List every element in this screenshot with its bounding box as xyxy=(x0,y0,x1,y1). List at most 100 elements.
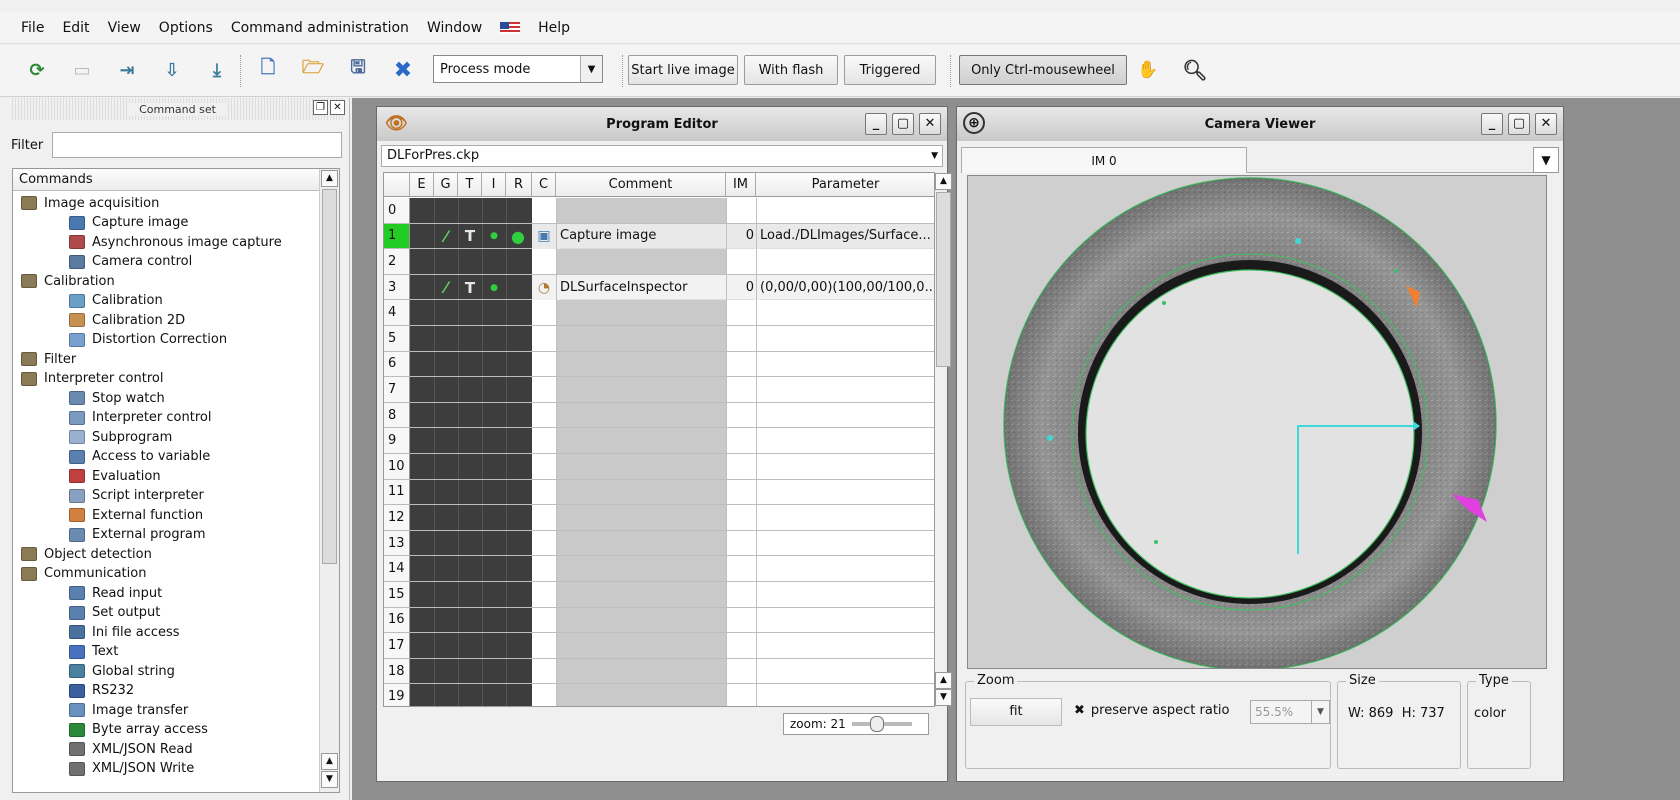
maximize-icon[interactable]: ▢ xyxy=(892,113,914,135)
i-flag-icon[interactable]: ● xyxy=(483,224,505,250)
row-number[interactable]: 16 xyxy=(384,607,410,634)
minimize-icon[interactable]: _ xyxy=(865,113,887,135)
pan-hand-icon[interactable]: ✋ xyxy=(1133,55,1163,85)
tree-item[interactable]: RS232 xyxy=(69,681,134,701)
menu-options[interactable]: Options xyxy=(150,20,222,36)
scroll-up-icon[interactable]: ▲ xyxy=(321,170,338,187)
delete-icon[interactable]: ✖ xyxy=(388,55,418,85)
tree-item[interactable]: Distortion Correction xyxy=(69,330,227,350)
column-header[interactable]: G xyxy=(434,173,458,197)
program-file-select[interactable]: DLForPres.ckp ▼ xyxy=(381,145,943,167)
g-flag-icon[interactable]: ⁄ xyxy=(435,224,457,250)
tree-item[interactable]: Asynchronous image capture xyxy=(69,232,282,252)
parameter-cell[interactable]: Load./DLImages/Surface... xyxy=(760,224,934,250)
filter-input[interactable] xyxy=(52,132,342,158)
camera-icon[interactable]: ▣ xyxy=(533,224,555,250)
t-flag-icon[interactable]: T xyxy=(459,275,481,301)
row-number[interactable]: 9 xyxy=(384,428,410,454)
triggered-button[interactable]: Triggered xyxy=(844,55,936,85)
scroll-up-icon[interactable]: ▲ xyxy=(935,672,952,689)
close-icon[interactable]: ✕ xyxy=(1535,113,1557,135)
row-number[interactable]: 0 xyxy=(384,198,410,224)
program-editor-titlebar[interactable]: 👁 Program Editor _ ▢ ✕ xyxy=(377,107,947,141)
start-live-image-button[interactable]: Start live image xyxy=(628,55,738,85)
tree-item[interactable]: Ini file access xyxy=(69,622,180,642)
row-number[interactable]: 17 xyxy=(384,633,410,659)
comment-cell[interactable]: Capture image xyxy=(560,224,726,250)
menu-file[interactable]: File xyxy=(12,20,53,36)
tree-item[interactable]: Global string xyxy=(69,661,175,681)
row-number[interactable]: 1 xyxy=(384,223,410,250)
tree-category[interactable]: Calibration xyxy=(21,271,115,291)
inspector-icon[interactable]: ◔ xyxy=(533,275,555,301)
zoom-percent-select[interactable]: 55.5% ▼ xyxy=(1250,700,1330,724)
row-number[interactable]: 13 xyxy=(384,530,410,557)
tree-item[interactable]: Set output xyxy=(69,603,160,623)
tree-category[interactable]: Filter xyxy=(21,349,76,369)
column-header[interactable]: I xyxy=(482,173,506,197)
tree-item[interactable]: Subprogram xyxy=(69,427,172,447)
tree-item[interactable]: External function xyxy=(69,505,203,525)
column-header[interactable]: IM xyxy=(726,173,756,197)
preserve-aspect-checkbox[interactable]: ✖ preserve aspect ratio xyxy=(1074,703,1230,718)
grid-scrollbar[interactable]: ▲ ▲ ▼ xyxy=(935,172,955,707)
tree-item[interactable]: Image transfer xyxy=(69,700,188,720)
im-cell[interactable]: 0 xyxy=(726,275,754,301)
tree-item[interactable]: Calibration xyxy=(69,291,163,311)
minimize-icon[interactable]: _ xyxy=(1481,113,1503,135)
parameter-cell[interactable]: (0,00/0,00)(100,00/100,0... xyxy=(760,275,934,301)
row-number[interactable]: 10 xyxy=(384,454,410,480)
column-header[interactable]: C xyxy=(532,173,556,197)
tree-item[interactable]: Interpreter control xyxy=(69,408,211,428)
float-panel-icon[interactable]: ❐ xyxy=(313,100,328,115)
mode-select[interactable]: Process mode ▼ xyxy=(433,55,603,83)
zoom-slider-handle[interactable] xyxy=(869,716,884,732)
tree-category[interactable]: Image acquisition xyxy=(21,193,159,213)
row-number[interactable]: 2 xyxy=(384,249,410,275)
row-number[interactable]: 18 xyxy=(384,658,410,685)
tree-item[interactable]: Byte array access xyxy=(69,720,208,740)
zoom-slider[interactable]: zoom: 21 xyxy=(783,713,929,735)
tab-menu-chevron-icon[interactable]: ▼ xyxy=(1533,147,1559,173)
row-number[interactable]: 19 xyxy=(384,684,410,706)
refresh-icon[interactable]: ⟳ xyxy=(22,55,52,85)
only-ctrl-mousewheel-button[interactable]: Only Ctrl-mousewheel xyxy=(959,55,1127,85)
maximize-icon[interactable]: ▢ xyxy=(1508,113,1530,135)
im-cell[interactable]: 0 xyxy=(726,224,754,250)
camera-viewer-titlebar[interactable]: ⊕ Camera Viewer _ ▢ ✕ xyxy=(957,107,1563,141)
fit-button[interactable]: fit xyxy=(970,698,1062,726)
row-number[interactable]: 8 xyxy=(384,402,410,429)
row-number[interactable]: 15 xyxy=(384,582,410,608)
save-icon[interactable]: 🖫 xyxy=(343,55,373,85)
column-header[interactable]: R xyxy=(506,173,532,197)
tree-item[interactable]: Read input xyxy=(69,583,162,603)
comment-cell[interactable]: DLSurfaceInspector xyxy=(560,275,726,301)
row-number[interactable]: 3 xyxy=(384,274,410,301)
move-bottom-icon[interactable]: ⤓ xyxy=(202,55,232,85)
camera-image[interactable] xyxy=(967,175,1547,669)
tree-item[interactable]: XML/JSON Read xyxy=(69,739,193,759)
menu-edit[interactable]: Edit xyxy=(53,20,98,36)
tree-item[interactable]: Capture image xyxy=(69,213,188,233)
tree-item[interactable]: Script interpreter xyxy=(69,486,204,506)
tree-item[interactable]: External program xyxy=(69,525,206,545)
menu-window[interactable]: Window xyxy=(418,20,491,36)
row-number[interactable]: 12 xyxy=(384,505,410,531)
tree-item[interactable]: Calibration 2D xyxy=(69,310,185,330)
new-file-icon[interactable]: 🗋 xyxy=(253,55,283,85)
menu-command-administration[interactable]: Command administration xyxy=(222,20,418,36)
tree-item[interactable]: XML/JSON Write xyxy=(69,759,194,779)
column-header[interactable]: E xyxy=(410,173,434,197)
tree-item[interactable]: Evaluation xyxy=(69,466,161,486)
tree-category[interactable]: Interpreter control xyxy=(21,369,163,389)
column-header[interactable]: T xyxy=(458,173,482,197)
column-header[interactable]: Parameter xyxy=(756,173,934,197)
scroll-thumb[interactable] xyxy=(322,189,337,564)
tab-im0[interactable]: IM 0 xyxy=(961,147,1247,173)
open-folder-icon[interactable]: 🗁 xyxy=(298,55,328,85)
scroll-thumb[interactable] xyxy=(936,192,951,367)
tree-item[interactable]: Text xyxy=(69,642,118,662)
row-number[interactable]: 11 xyxy=(384,479,410,506)
language-flag-icon[interactable] xyxy=(491,20,529,36)
row-number[interactable]: 7 xyxy=(384,377,410,403)
